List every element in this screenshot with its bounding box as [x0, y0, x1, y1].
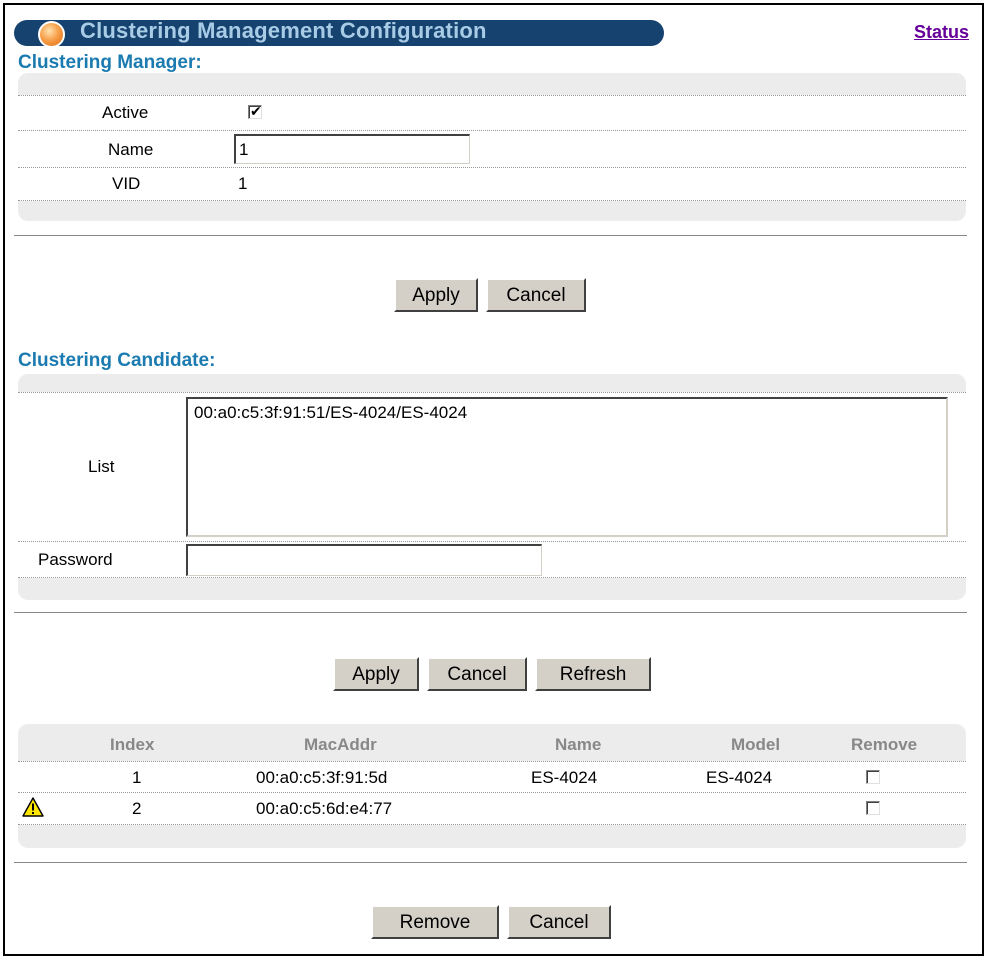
members-cancel-button[interactable]: Cancel [507, 905, 611, 939]
vid-row: VID 1 [18, 168, 966, 201]
column-header-index: Index [110, 735, 155, 754]
candidate-list[interactable]: 00:a0:c5:3f:91:51/ES-4024/ES-4024 [186, 397, 948, 537]
row-name: ES-4024 [531, 768, 598, 787]
candidate-apply-button[interactable]: Apply [333, 657, 419, 691]
candidate-list-items: 00:a0:c5:3f:91:51/ES-4024/ES-4024 [194, 403, 940, 423]
password-row: Password [18, 542, 966, 578]
orange-orb-icon [38, 21, 65, 48]
vid-value: 1 [238, 174, 248, 193]
candidate-panel: List 00:a0:c5:3f:91:51/ES-4024/ES-4024 P… [18, 374, 966, 600]
active-checkbox[interactable]: ✔ [248, 103, 262, 119]
page-title: Clustering Management Configuration [80, 18, 487, 43]
list-label: List [88, 457, 115, 476]
row-index: 1 [132, 768, 142, 787]
row-index: 2 [132, 799, 142, 818]
manager-apply-button[interactable]: Apply [394, 278, 478, 312]
manager-panel: Active ✔ Name VID 1 [18, 73, 966, 221]
list-row: List 00:a0:c5:3f:91:51/ES-4024/ES-4024 [18, 392, 966, 542]
password-input[interactable] [186, 544, 542, 576]
password-label: Password [38, 550, 113, 569]
column-header-model: Model [731, 735, 781, 754]
row-macaddr: 00:a0:c5:6d:e4:77 [256, 799, 393, 818]
status-link[interactable]: Status [914, 22, 969, 43]
table-row: 1 00:a0:c5:3f:91:5d ES-4024 ES-4024 [18, 761, 966, 793]
members-table: Index MacAddr Name Model Remove 1 00:a0:… [18, 724, 966, 848]
active-label: Active [102, 103, 149, 122]
row-model: ES-4024 [706, 768, 773, 787]
candidate-list-option[interactable]: 00:a0:c5:3f:91:51/ES-4024/ES-4024 [194, 403, 940, 423]
row-macaddr: 00:a0:c5:3f:91:5d [256, 768, 388, 787]
warning-triangle-icon [22, 797, 44, 817]
row-remove-checkbox[interactable] [866, 770, 880, 784]
row-remove-checkbox[interactable] [866, 801, 880, 815]
manager-cancel-button[interactable]: Cancel [486, 278, 586, 312]
name-input[interactable] [234, 134, 470, 164]
column-header-name: Name [555, 735, 602, 754]
manager-section-title: Clustering Manager: [18, 52, 202, 73]
column-header-macaddr: MacAddr [304, 735, 377, 754]
divider [14, 862, 967, 863]
name-label: Name [108, 140, 154, 159]
vid-label: VID [112, 174, 141, 193]
name-row: Name [18, 131, 966, 168]
active-row: Active ✔ [18, 95, 966, 131]
column-header-remove: Remove [851, 735, 918, 754]
candidate-section-title: Clustering Candidate: [18, 350, 216, 371]
table-row: 2 00:a0:c5:6d:e4:77 [18, 793, 966, 825]
remove-button[interactable]: Remove [371, 905, 499, 939]
divider [14, 235, 967, 236]
divider [14, 612, 967, 613]
candidate-refresh-button[interactable]: Refresh [535, 657, 651, 691]
candidate-cancel-button[interactable]: Cancel [427, 657, 527, 691]
